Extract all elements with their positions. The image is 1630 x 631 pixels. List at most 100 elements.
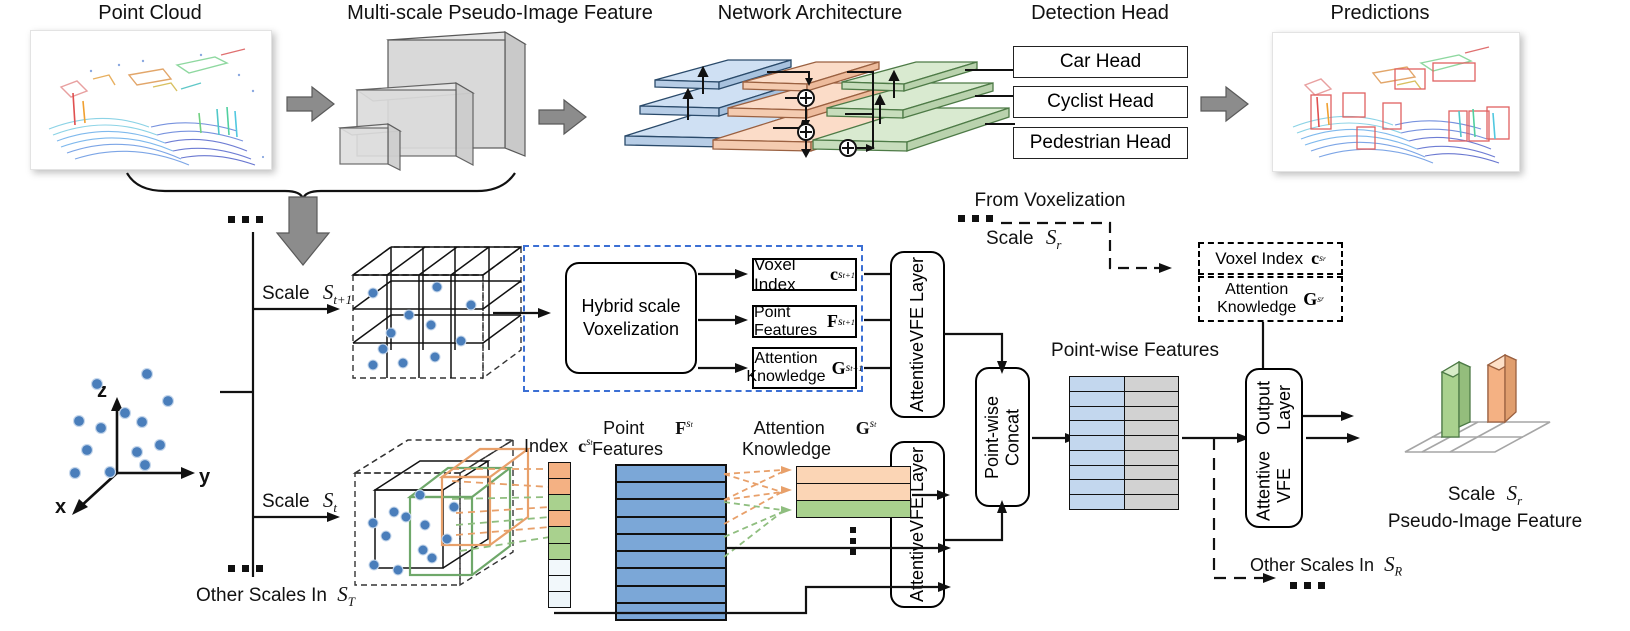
point-features-sup-sub: t+1 [842,316,855,327]
other-scales-right-prefix: Other Scales In [1250,555,1375,575]
voxel-index-text: Voxel Index [754,254,796,294]
other-scales-left-label: Other Scales In ST [196,582,355,610]
output-layer-line1: Attentive VFE [1253,450,1294,521]
title-pseudo-image: Multi-scale Pseudo-Image Feature [347,2,653,24]
index-label: Index cst [524,436,593,457]
final-pseudo-image-feature [1360,350,1560,480]
output-attention-knowledge-t1[interactable]: Attention Knowledge Gs t+1 [746,347,863,389]
point-features-symbol: F [826,311,838,331]
point-features-label-sup-sub: t [690,420,693,429]
attention-knowledge-sr-symbol: G [1303,288,1318,309]
title-predictions: Predictions [1330,2,1430,24]
pointwise-cell-right [1124,391,1178,406]
pointwise-cell-left [1070,450,1125,465]
dashed-path-from-voxelization [1000,218,1180,278]
arrow-heads-to-predictions [1200,85,1250,123]
final-feature-scale-symbol: S [1506,481,1518,505]
pointwise-cell-right [1124,436,1178,450]
voxel-index-sr-text: Voxel Index [1215,248,1304,268]
vfe-top-line2: VFE Layer [907,256,928,342]
pointwise-cell-right [1124,406,1178,421]
pointwise-feature-row [1070,480,1178,496]
scale-word-bottom: Scale [262,491,310,512]
network-architecture-diagram [595,28,1015,178]
from-voxelization-title: From Voxelization [974,190,1126,211]
other-scales-right-subscript: R [1394,564,1403,579]
final-feature-line2: Pseudo-Image Feature [1387,510,1583,532]
pointwise-feature-row [1070,450,1178,466]
attentive-vfe-output-layer[interactable]: Attentive VFE Output Layer [1245,368,1303,528]
voxel-index-symbol: c [829,264,838,284]
final-feature-caption: Scale Sr Pseudo-Image Feature [1370,480,1600,534]
voxel-index-sup-sub: t+1 [842,269,855,280]
pointwise-cell-right [1124,465,1178,480]
pointwise-feature-row [1070,495,1178,510]
index-label-symbol: c [578,436,587,456]
attention-knowledge-lower-symbol: G [855,418,870,438]
attention-knowledge-lower-line1: Attention [753,418,825,438]
pointwise-cell-left [1070,406,1125,421]
ellipsis-other-scales-right [1290,582,1325,589]
other-scales-right-symbol: S [1384,552,1395,576]
pointwise-cell-left [1070,465,1125,480]
pointwise-feature-row [1070,421,1178,437]
arrow-pseudoimage-to-network [538,98,588,136]
point-cloud-axes: z y x [55,355,235,518]
pointwise-feature-row [1070,406,1178,422]
arrow-output-layer-to-feature [1306,430,1362,446]
ellipsis-from-voxelization [958,215,993,222]
voxel-index-sr-box[interactable]: Voxel Index csr [1198,242,1343,275]
index-cell [549,463,570,480]
scale-label-t: Scale St [262,488,337,516]
arrows-voxelization-outputs [698,260,750,380]
point-features-label-symbol: F [675,418,687,438]
ellipsis-top-scales [228,216,263,223]
other-scales-right-label: Other Scales In SR [1250,552,1402,580]
title-point-cloud: Point Cloud [98,2,202,24]
point-features-label-line2: Features [592,438,664,459]
point-features-text: Point Features [754,303,818,339]
index-label-text: Index [524,436,569,456]
scale-label-t-plus-1: Scale St+1 [262,280,352,308]
attention-knowledge-sr-box[interactable]: Attention Knowledge Gsr [1198,276,1343,322]
pointwise-cell-right [1124,480,1178,495]
pointwise-cell-right [1124,421,1178,436]
point-wise-concat-box[interactable]: Point-wise Concat [975,367,1030,507]
svg-text:x: x [55,496,66,518]
voxel-index-sr-symbol: c [1311,248,1320,268]
pointwise-feature-row [1070,377,1178,392]
attentive-vfe-layer-top[interactable]: Attentive VFE Layer [890,251,945,418]
title-network-architecture: Network Architecture [717,2,903,24]
final-feature-scale-subscript: r [1517,492,1523,508]
output-voxel-index-t1[interactable]: Voxel Index c s t+1 [752,255,857,294]
arrow-features-to-vfe [725,540,953,556]
detection-head-cyclist[interactable]: Cyclist Head [1013,86,1188,118]
hybrid-voxelization-line2: Voxelization [582,319,680,339]
scale-word-top: Scale [262,283,310,304]
scale-symbol-top: S [322,280,334,304]
pointwise-cell-left [1070,377,1125,391]
hybrid-scale-voxelization-module[interactable]: Hybrid scale Voxelization [565,262,697,374]
attention-knowledge-sr-line1: Attention [1225,281,1289,299]
other-scales-left-symbol: S [337,582,348,606]
pointwise-feature-row [1070,465,1178,481]
predictions-image [1272,32,1520,172]
pointwise-cell-left [1070,480,1125,495]
output-layer-line2: Output Layer [1253,380,1294,435]
pointwise-cell-right [1124,377,1178,391]
point-features-label-line1: Point [603,418,645,438]
detection-head-car[interactable]: Car Head [1013,46,1188,78]
attention-knowledge-line1: Attention [754,350,818,368]
point-wise-features-label: Point-wise Features [1051,340,1219,361]
final-feature-scale-word: Scale [1447,484,1496,505]
multiscale-pseudo-image-blocks [338,28,530,178]
connector-vfe-top-to-concat [944,330,1014,378]
detection-head-pedestrian[interactable]: Pedestrian Head [1013,127,1188,159]
output-point-features-t1[interactable]: Point Features Fs t+1 [752,303,857,339]
arrow-pointcloud-to-pseudoimage [286,85,336,123]
voxel-index-sr-sup-sub: r [1322,254,1326,263]
arrow-index-to-vfe [548,565,953,617]
connector-vfe-bottom-to-concat [944,496,1014,548]
title-detection-head: Detection Head [1031,2,1169,24]
scale-subscript-bottom: t [333,499,337,515]
